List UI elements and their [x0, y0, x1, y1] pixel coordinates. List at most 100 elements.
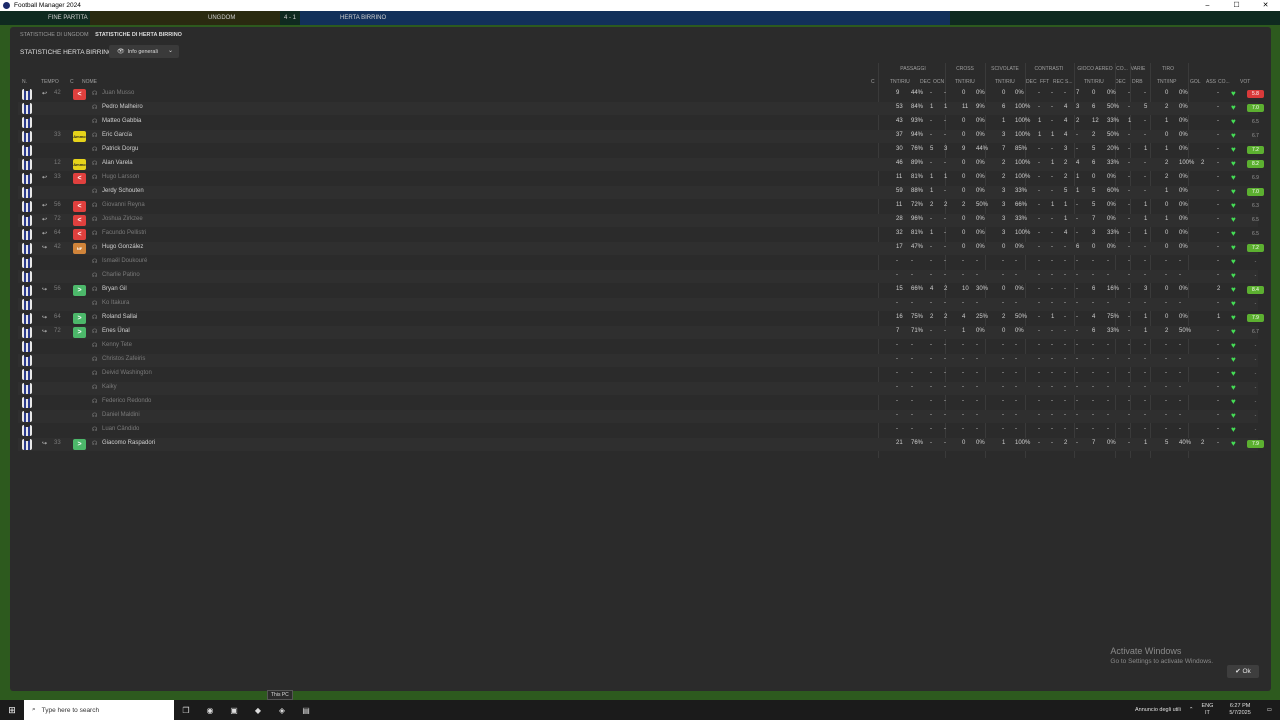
table-row[interactable]: ☊ Pedro Malheiro 53 84% 1 1 11 9% 6 100% - -4 3 6 50% -…: [18, 102, 1264, 115]
player-name[interactable]: Matteo Gabbia: [102, 118, 141, 124]
table-row[interactable]: 33 Ammo ☊ Eric García 37 94% - -0 0% 3 100% 1 1 4-2 50…: [18, 130, 1259, 143]
col-header-pass-ocn[interactable]: OCN: [933, 79, 944, 85]
table-row[interactable]: ☊ Jerdy Schouten 59 88% 1 - 0 0% 3 33% - - 5 1 5 60% - - 1…: [18, 186, 1264, 199]
language-indicator[interactable]: ENG IT: [1201, 703, 1221, 717]
table-row[interactable]: ↩ 72 < ☊ Joshua Zirkzee 28 96% - -0 0% 3 33% - -1-7 0%…: [18, 214, 1259, 227]
task-view-icon[interactable]: ❐: [174, 706, 198, 715]
table-row[interactable]: ☊ Federico Redondo - - - - - - - - - - - - - - - - - - - ♥ -: [18, 396, 1258, 409]
table-row[interactable]: 12 Ammo ☊ Alan Varela 46 89% - -0 0% 2 100% -1 2 4 6 33…: [18, 158, 1264, 171]
news-widget[interactable]: Annuncio degli utili: [1135, 707, 1181, 713]
brave-icon[interactable]: ◆: [246, 706, 270, 715]
col-header-contr-fft[interactable]: FFT: [1040, 79, 1049, 85]
player-name[interactable]: Luan Cândido: [102, 426, 139, 432]
file-explorer-icon[interactable]: ▣: [222, 706, 246, 715]
player-name[interactable]: Ismaël Doukouré: [102, 258, 147, 264]
player-name[interactable]: Roland Sallai: [102, 314, 137, 320]
player-name[interactable]: Giacomo Raspadori: [102, 440, 155, 446]
col-header-time[interactable]: TEMPO: [41, 79, 59, 85]
tab-away-stats[interactable]: STATISTICHE DI HERTA BIRRINO: [95, 32, 182, 38]
col-header-c2[interactable]: C: [871, 79, 875, 85]
windows-start-icon[interactable]: ⊞: [0, 705, 24, 716]
table-row[interactable]: ↩ 64 < ☊ Facundo Pellistri 32 81% 1-0 0% 3 100% - -4…: [18, 228, 1259, 241]
stat-a2: 0%: [1107, 440, 1116, 446]
col-header-co-dec[interactable]: DEC: [1115, 79, 1126, 85]
col-header-name[interactable]: NOME: [82, 79, 97, 85]
col-header-contr-s[interactable]: S...: [1065, 79, 1073, 85]
col-header-scivolate[interactable]: TNT/RIU: [995, 79, 1015, 85]
col-header-ass[interactable]: ASS: [1206, 79, 1216, 85]
close-button[interactable]: ✕: [1251, 0, 1280, 11]
table-row[interactable]: ☊ Ko Itakura - - - - - - - - - - - - - - - - - - - ♥ -: [18, 298, 1258, 311]
ok-button[interactable]: ✔ Ok: [1227, 665, 1259, 678]
col-header-cross[interactable]: TNT/RIU: [955, 79, 975, 85]
player-name[interactable]: Jerdy Schouten: [102, 188, 144, 194]
view-select[interactable]: 👁 Info generali ⌄: [109, 45, 179, 58]
table-row[interactable]: ☊ Luan Cândido - - - - - - - - - - - - - - - - - - - ♥ -: [18, 424, 1258, 437]
col-header-aereo[interactable]: TNT/RIU: [1084, 79, 1104, 85]
player-name[interactable]: Joshua Zirkzee: [102, 216, 143, 222]
col-header-pass-dec[interactable]: DEC: [920, 79, 931, 85]
player-name[interactable]: Eric García: [102, 132, 132, 138]
player-name[interactable]: Daniel Maldini: [102, 412, 140, 418]
table-row[interactable]: ☊ Deivid Washington - - - - - - - - - - - - - - - - - - - ♥ -: [18, 368, 1258, 381]
player-name[interactable]: Pedro Malheiro: [102, 104, 143, 110]
stat-t4: -: [1076, 216, 1078, 222]
table-row[interactable]: ↩ 42 < ☊ Juan Musso 9 44% - -0 0% 0 0% - - -7 0 0% - -0 0% -…: [18, 88, 1264, 101]
minimize-button[interactable]: –: [1193, 0, 1222, 11]
stat-p1: -: [896, 426, 898, 432]
player-name[interactable]: Hugo Larsson: [102, 174, 139, 180]
table-row[interactable]: ↪ 64 > ☊ Roland Sallai 16 75% 2 2 4 25% 2 50% - 1 - - 4 75…: [18, 312, 1264, 325]
col-header-varie[interactable]: DRB: [1132, 79, 1143, 85]
player-name[interactable]: Patrick Dorgu: [102, 146, 138, 152]
col-header-pass-tnt[interactable]: TNT/RIU: [890, 79, 910, 85]
maximize-button[interactable]: ☐: [1222, 0, 1251, 11]
player-name[interactable]: Juan Musso: [102, 90, 134, 96]
edge-icon[interactable]: ◉: [198, 706, 222, 715]
player-name[interactable]: Deivid Washington: [102, 370, 152, 376]
taskbar-search-input[interactable]: ⌕ Type here to search: [24, 700, 174, 720]
table-row[interactable]: ☊ Daniel Maldini - - - - - - - - - - - - - - - - - - - ♥ -: [18, 410, 1258, 423]
table-row[interactable]: ↪ 56 > ☊ Bryan Gil 15 66% 4 2 10 30% 0 0% - - - -6 16% -3 0…: [18, 284, 1264, 297]
col-header-contr-dec[interactable]: DEC: [1026, 79, 1037, 85]
tray-chevron-icon[interactable]: ⌃: [1189, 707, 1194, 713]
table-row[interactable]: ☊ Kenny Tete - - - - - - - - - - - - - - - - - - - ♥ -: [18, 340, 1258, 353]
player-name[interactable]: Ko Itakura: [102, 300, 129, 306]
table-row[interactable]: ↪ 72 > ☊ Enes Ünal 7 71% - -1 0% 0 0% - - - -6 33% -1 2 50%…: [18, 326, 1259, 339]
table-row[interactable]: ↪ 33 > ☊ Giacomo Raspadori 21 76% - -0 0% 1 100% - -2…: [18, 438, 1264, 451]
player-name[interactable]: Kaiky: [102, 384, 117, 390]
table-row[interactable]: ↪ 42 NF ☊ Hugo González 17 47% - -0 0% 0 0% - - -6 0 0% -…: [18, 242, 1264, 255]
table-row[interactable]: ↩ 33 < ☊ Hugo Larsson 11 81% 1 1 0 0% 2 100% - -2 1 0 0% -…: [18, 172, 1259, 185]
clock[interactable]: 6:27 PM 5/7/2025: [1229, 703, 1258, 717]
player-name[interactable]: Facundo Pellistri: [102, 230, 146, 236]
table-row[interactable]: ☊ Matteo Gabbia 43 93% - -0 0% 1 100% 1-4 2 12 33% 1-…: [18, 116, 1259, 129]
stat-t4: 1: [1076, 174, 1080, 180]
player-name[interactable]: Enes Ünal: [102, 328, 130, 334]
app-icon-blue[interactable]: ◈: [270, 706, 294, 715]
table-row[interactable]: ↩ 56 < ☊ Giovanni Reyna 11 72% 2 2 2 50% 3 66% -1 1-5 0…: [18, 200, 1259, 213]
tab-home-stats[interactable]: STATISTICHE DI UNGDOM: [20, 32, 89, 38]
col-header-vot[interactable]: VOT: [1240, 79, 1250, 85]
player-name[interactable]: Christos Zafeiris: [102, 356, 145, 362]
notification-icon[interactable]: ▭: [1267, 707, 1272, 713]
col-header-gol[interactable]: GOL: [1190, 79, 1201, 85]
col-header-cond[interactable]: CO...: [1218, 79, 1230, 85]
col-header-c[interactable]: C: [70, 79, 74, 85]
player-name[interactable]: Federico Redondo: [102, 398, 151, 404]
player-name[interactable]: Charlie Patino: [102, 272, 140, 278]
col-header-num[interactable]: N.: [22, 79, 27, 85]
table-row[interactable]: ☊ Charlie Patino - - - - - - - - - - - - - - - - - - - ♥ -: [18, 270, 1258, 283]
col-header-contr-rec[interactable]: REC: [1053, 79, 1064, 85]
player-name[interactable]: Kenny Tete: [102, 342, 132, 348]
stat-p4: -: [944, 90, 946, 96]
table-row[interactable]: ☊ Christos Zafeiris - - - - - - - - - - - - - - - - - - - ♥ -: [18, 354, 1258, 367]
player-name[interactable]: Alan Varela: [102, 160, 133, 166]
table-row[interactable]: ☊ Patrick Dorgu 30 76% 5 3 9 44% 7 85% - - 3 - 5 20% - 1 1…: [18, 144, 1264, 157]
player-name[interactable]: Giovanni Reyna: [102, 202, 145, 208]
player-name[interactable]: Hugo González: [102, 244, 143, 250]
stat-ti1: 5: [1165, 440, 1169, 446]
player-name[interactable]: Bryan Gil: [102, 286, 127, 292]
table-row[interactable]: ☊ Kaiky - - - - - - - - - - - - - - - - - - - ♥ -: [18, 382, 1258, 395]
fm24-icon[interactable]: ▤: [294, 706, 318, 715]
table-row[interactable]: ☊ Ismaël Doukouré - - - - - - - - - - - - - - - - - - - ♥ -: [18, 256, 1258, 269]
col-header-tiro[interactable]: TNT/INP: [1157, 79, 1176, 85]
